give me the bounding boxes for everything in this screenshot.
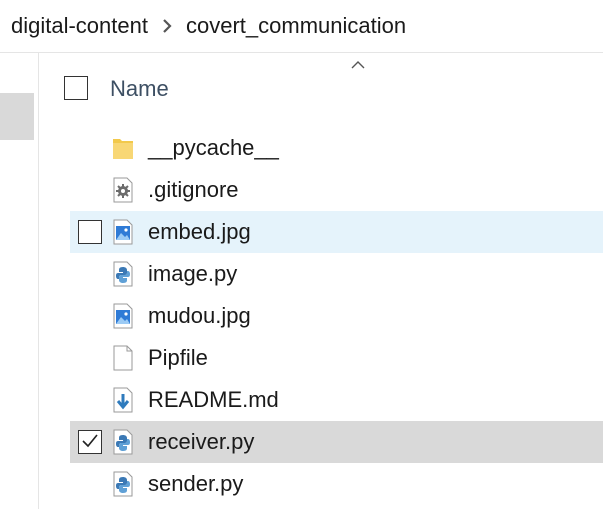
file-name[interactable]: __pycache__ [148,135,279,161]
column-header-row: Name [40,66,603,112]
file-name[interactable]: image.py [148,261,237,287]
image-file-icon [112,303,134,329]
breadcrumb-item-digital-content[interactable]: digital-content [11,13,148,39]
file-name[interactable]: .gitignore [148,177,239,203]
file-name[interactable]: mudou.jpg [148,303,251,329]
row-checkbox[interactable] [78,430,102,454]
name-column-header[interactable]: Name [110,76,169,102]
markdown-file-icon [112,387,134,413]
python-file-icon [112,261,134,287]
file-row[interactable]: mudou.jpg [70,295,603,337]
file-explorer-window: digital-content covert_communication Nam… [0,0,603,509]
image-file-icon [112,219,134,245]
settings-file-icon [112,177,134,203]
file-row[interactable]: README.md [70,379,603,421]
folder-icon [112,135,134,161]
navigation-pane-selected-item[interactable] [0,93,34,140]
file-name[interactable]: sender.py [148,471,243,497]
file-row[interactable]: sender.py [70,463,603,505]
select-all-checkbox[interactable] [64,76,88,100]
breadcrumb-item-covert-communication[interactable]: covert_communication [186,13,406,39]
checkmark-icon [82,434,98,448]
file-list: __pycache__ .gitignore embed.jpg image.py mu… [70,127,603,505]
chevron-right-icon[interactable] [148,0,186,52]
file-row[interactable]: receiver.py [70,421,603,463]
file-row[interactable]: Pipfile [70,337,603,379]
pane-divider[interactable] [38,53,39,509]
file-row[interactable]: __pycache__ [70,127,603,169]
python-file-icon [112,471,134,497]
file-row[interactable]: image.py [70,253,603,295]
row-checkbox[interactable] [78,220,102,244]
python-file-icon [112,429,134,455]
file-name[interactable]: receiver.py [148,429,254,455]
file-name[interactable]: Pipfile [148,345,208,371]
toolbar-divider [0,52,603,53]
file-name[interactable]: README.md [148,387,279,413]
file-name[interactable]: embed.jpg [148,219,251,245]
file-row[interactable]: embed.jpg [70,211,603,253]
breadcrumb: digital-content covert_communication [0,0,603,52]
blank-file-icon [112,345,134,371]
file-row[interactable]: .gitignore [70,169,603,211]
